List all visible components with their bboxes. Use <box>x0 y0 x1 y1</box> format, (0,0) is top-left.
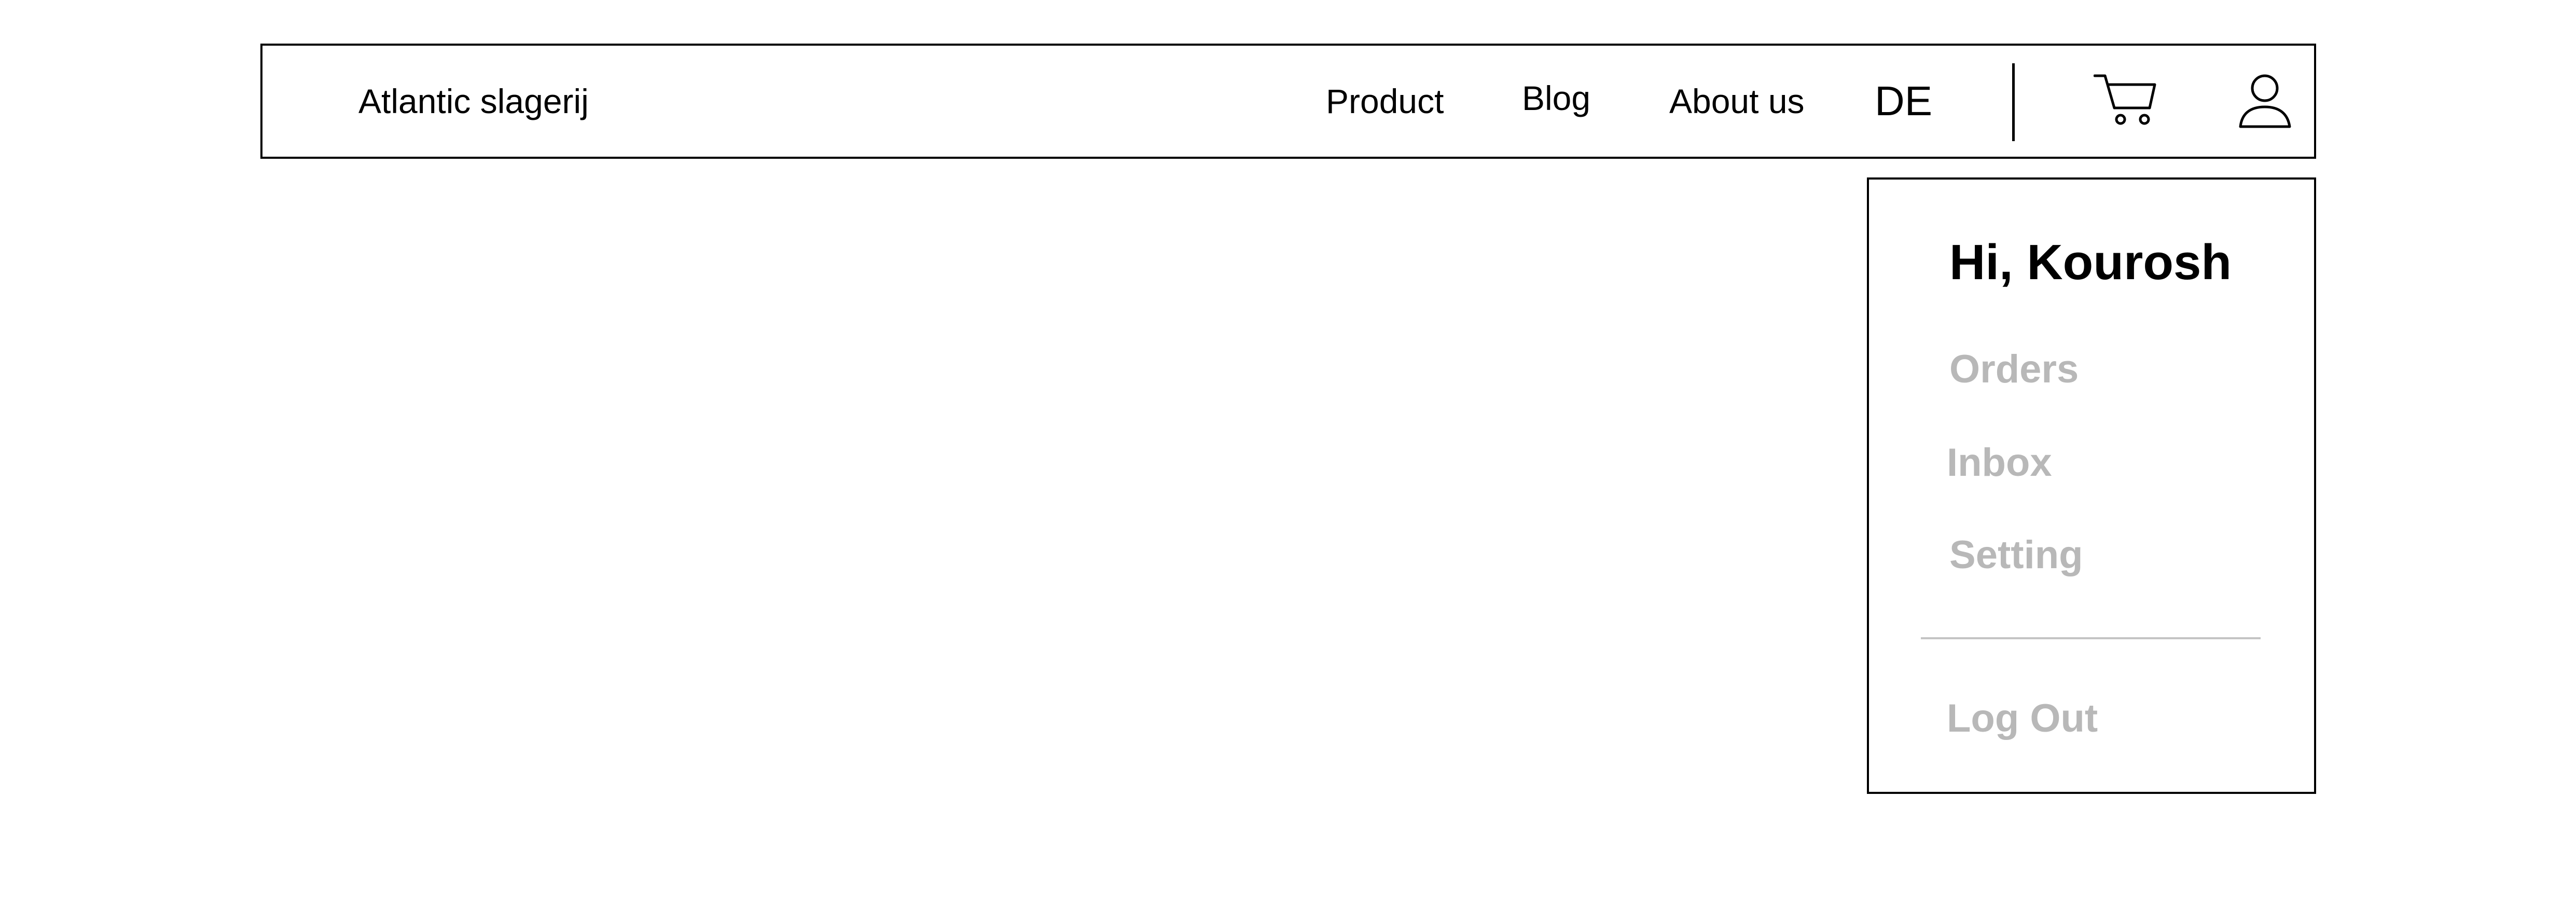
user-greeting: Hi, Kourosh <box>1949 235 2232 290</box>
menu-item-orders[interactable]: Orders <box>1949 347 2079 392</box>
user-icon <box>2239 74 2291 128</box>
nav-link-blog[interactable]: Blog <box>1522 43 1590 154</box>
menu-item-setting[interactable]: Setting <box>1949 532 2083 578</box>
cart-button[interactable] <box>2093 72 2158 129</box>
logout-button[interactable]: Log Out <box>1947 696 2098 741</box>
shopping-cart-icon <box>2093 74 2156 125</box>
user-dropdown-menu: Hi, Kourosh Orders Inbox Setting Log Out <box>1867 177 2316 794</box>
language-selector[interactable]: DE <box>1875 46 1932 157</box>
nav-divider <box>2012 63 2015 141</box>
menu-item-inbox[interactable]: Inbox <box>1947 440 2052 485</box>
nav-link-product[interactable]: Product <box>1326 46 1444 157</box>
nav-link-about-us[interactable]: About us <box>1669 46 1805 157</box>
brand-name[interactable]: Atlantic slagerij <box>358 46 589 157</box>
menu-divider <box>1921 637 2261 639</box>
top-navbar: Atlantic slagerij Product Blog About us … <box>260 44 2316 159</box>
user-account-button[interactable] <box>2238 73 2292 130</box>
